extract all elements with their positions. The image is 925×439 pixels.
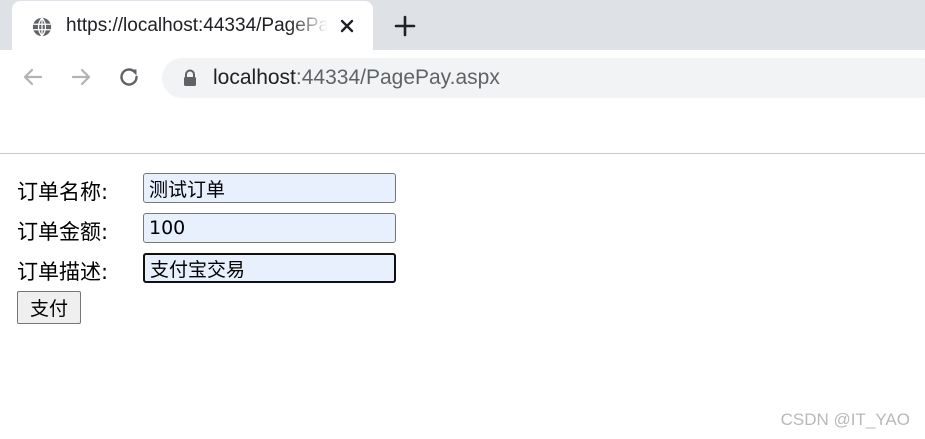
url-host: localhost xyxy=(213,66,296,89)
close-icon[interactable] xyxy=(337,16,357,36)
lock-icon[interactable] xyxy=(181,68,199,88)
browser-tabstrip: https://localhost:44334/PagePay.aspx xyxy=(0,0,925,50)
browser-toolbar: localhost:44334/PagePay.aspx xyxy=(0,50,925,106)
order-description-label: 订单描述: xyxy=(17,260,109,284)
forward-arrow-icon[interactable] xyxy=(68,64,94,90)
url-path: :44334/PagePay.aspx xyxy=(295,66,500,89)
order-amount-input[interactable] xyxy=(143,213,396,243)
pay-button[interactable]: 支付 xyxy=(17,291,81,324)
new-tab-plus-icon[interactable] xyxy=(393,14,417,38)
tab-title: https://localhost:44334/PagePay.aspx xyxy=(66,15,328,36)
order-amount-label: 订单金额: xyxy=(17,220,109,244)
order-name-label: 订单名称: xyxy=(17,180,109,204)
page-divider xyxy=(0,153,925,154)
globe-icon xyxy=(32,17,52,37)
watermark: CSDN @IT_YAO xyxy=(780,410,910,429)
address-bar[interactable]: localhost:44334/PagePay.aspx xyxy=(162,58,925,98)
order-description-input[interactable] xyxy=(143,253,396,283)
reload-icon[interactable] xyxy=(116,64,142,90)
url-text[interactable]: localhost:44334/PagePay.aspx xyxy=(213,66,500,90)
browser-tab[interactable]: https://localhost:44334/PagePay.aspx xyxy=(12,1,373,50)
back-arrow-icon[interactable] xyxy=(20,64,46,90)
order-name-input[interactable] xyxy=(143,173,396,203)
